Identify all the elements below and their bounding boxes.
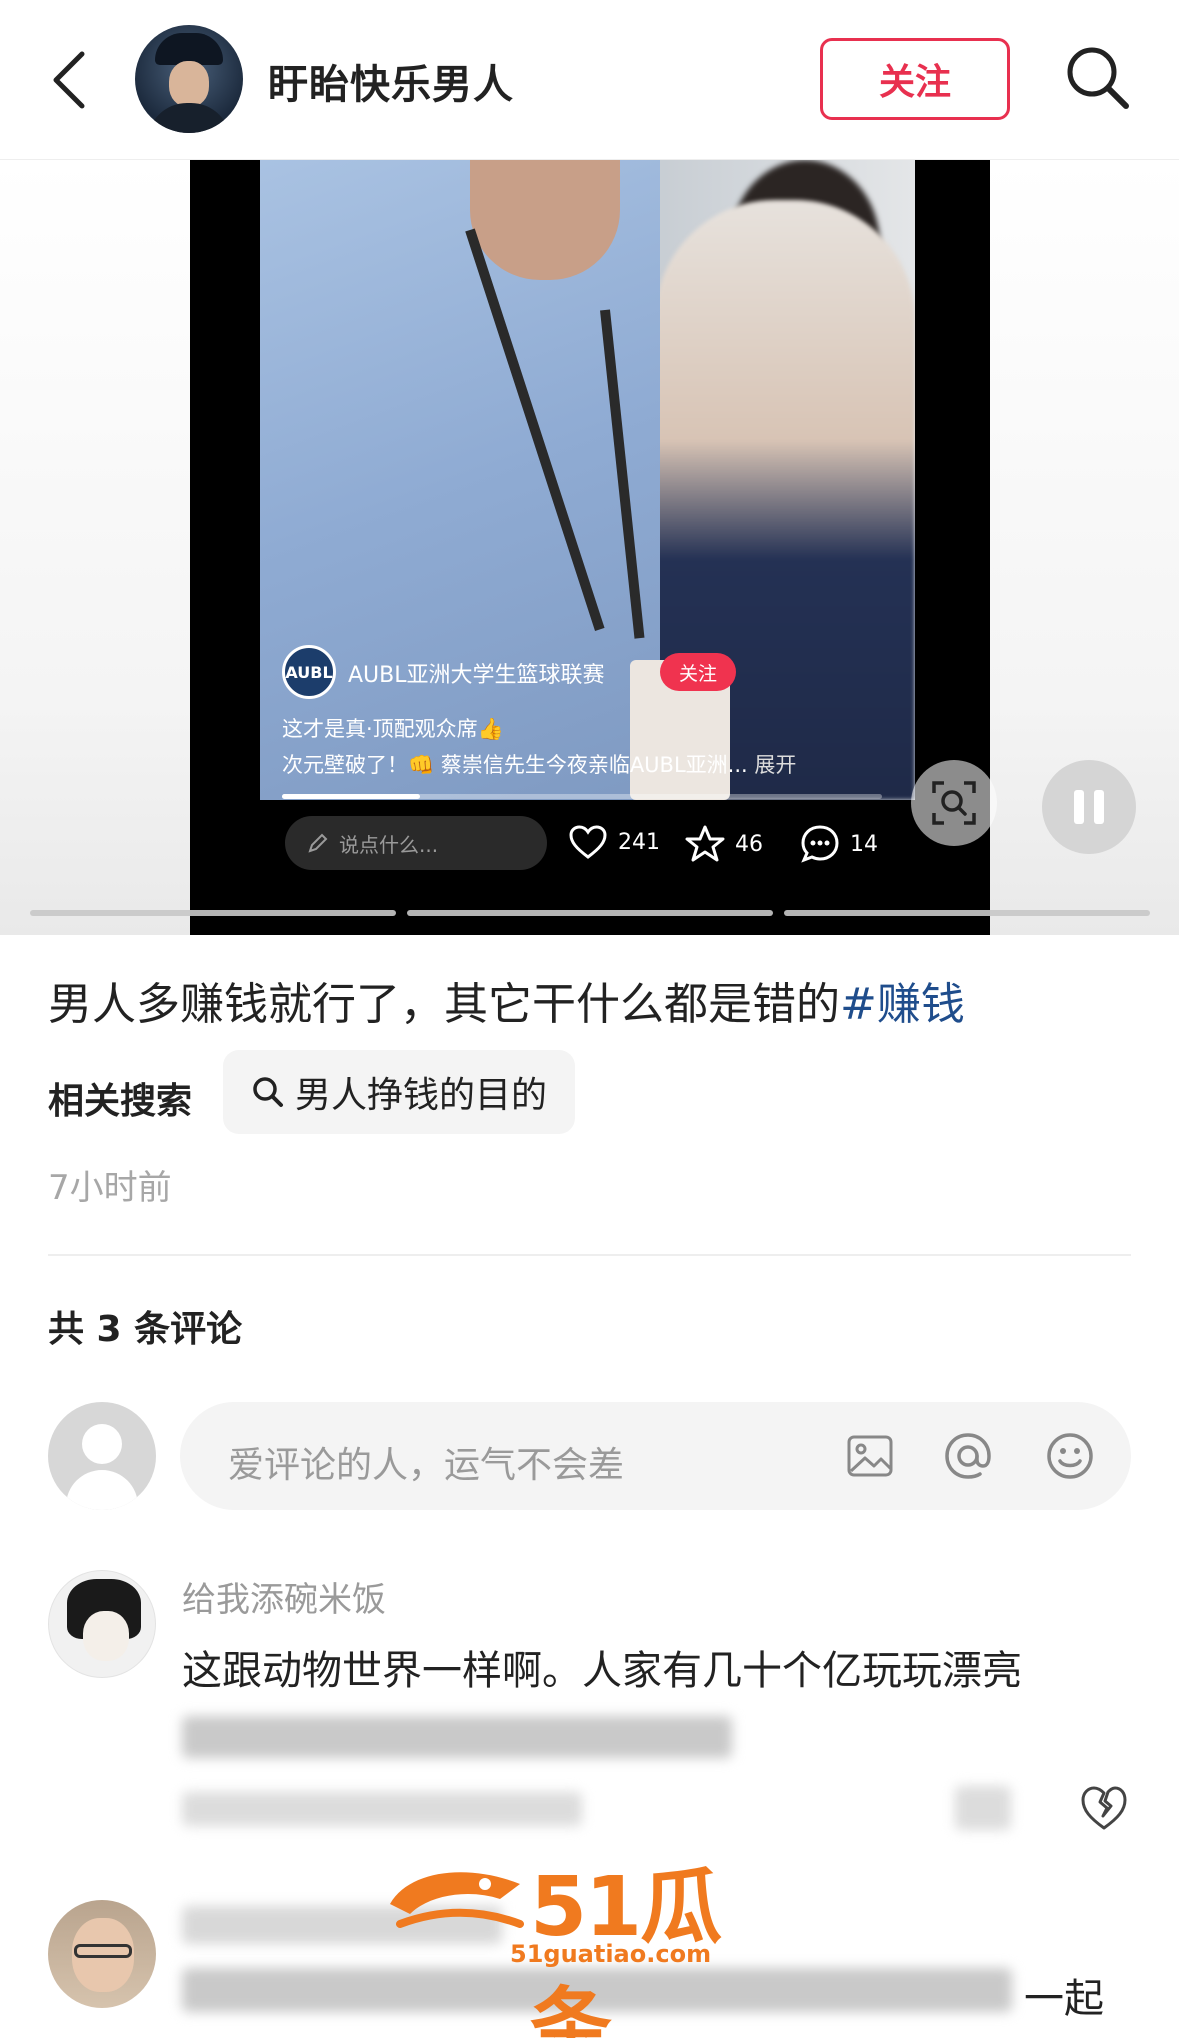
related-search-query: 男人挣钱的目的 xyxy=(295,1075,548,1116)
fish-logo-icon xyxy=(390,1872,524,1928)
blurred-comment-text xyxy=(182,1716,732,1758)
video-favorite-count: 46 xyxy=(735,831,763,857)
expand-link[interactable]: 展开 xyxy=(754,753,796,777)
scan-icon xyxy=(932,781,976,825)
comment-text-tail: 一起 xyxy=(1024,1976,1104,2022)
watermark: 51瓜条 51guatiao.com xyxy=(380,1840,800,2038)
watermark-url: 51guatiao.com xyxy=(510,1940,712,1968)
post-time: 7小时前 xyxy=(48,1168,172,1208)
pencil-icon xyxy=(308,833,328,853)
video-comment-count: 14 xyxy=(850,831,878,857)
heart-icon xyxy=(569,825,607,859)
related-search-label: 相关搜索 xyxy=(48,1081,193,1122)
comment-icon xyxy=(801,825,839,863)
image-button[interactable] xyxy=(842,1428,898,1484)
author-avatar[interactable] xyxy=(135,25,243,133)
video-caption-line2: 次元壁破了！👊 蔡崇信先生今夜亲临AUBL亚洲... 展开 xyxy=(282,749,796,779)
post-title-text: 男人多赚钱就行了，其它干什么都是错的 xyxy=(48,979,840,1030)
at-icon xyxy=(945,1433,991,1479)
divider xyxy=(48,1254,1131,1256)
video-caption-text: 次元壁破了！👊 蔡崇信先生今夜亲临AUBL亚洲... xyxy=(282,753,748,777)
related-search-chip[interactable]: 男人挣钱的目的 xyxy=(223,1050,576,1134)
post-title: 男人多赚钱就行了，其它干什么都是错的#赚钱 xyxy=(48,968,965,1032)
my-avatar xyxy=(48,1402,156,1510)
follow-button[interactable]: 关注 xyxy=(820,38,1010,120)
comment-count: 共 3 条评论 xyxy=(48,1309,243,1350)
hashtag-link[interactable]: #赚钱 xyxy=(840,979,965,1030)
watermark-brand: 51瓜条 xyxy=(530,1860,722,2038)
media-area: AUBL AUBL亚洲大学生篮球联赛 关注 这才是真·顶配观众席👍 次元壁破了！… xyxy=(0,160,1179,935)
video-like-button[interactable]: 241 xyxy=(568,824,660,860)
search-button[interactable] xyxy=(1060,40,1136,116)
back-button[interactable] xyxy=(40,44,100,116)
video-caption-line1: 这才是真·顶配观众席👍 xyxy=(282,717,504,741)
video-like-count: 241 xyxy=(618,829,660,855)
author-name[interactable]: 盱眙快乐男人 xyxy=(268,52,514,110)
account-name[interactable]: AUBL亚洲大学生篮球联赛 xyxy=(348,657,605,689)
pause-button[interactable] xyxy=(1042,760,1136,854)
comment-text: 这跟动物世界一样啊。人家有几十个亿玩玩漂亮 xyxy=(182,1648,1022,1694)
mention-button[interactable] xyxy=(940,1428,996,1484)
emoji-icon xyxy=(1047,1433,1093,1479)
account-logo[interactable]: AUBL xyxy=(282,645,336,699)
comment-avatar[interactable] xyxy=(48,1570,156,1678)
scan-button[interactable] xyxy=(911,760,997,846)
carousel-indicator-3 xyxy=(784,910,1150,916)
blurred-comment-meta xyxy=(182,1792,582,1826)
video-progress[interactable] xyxy=(282,794,882,799)
comment-input-placeholder: 爱评论的人，运气不会差 xyxy=(228,1445,625,1486)
video-progress-fill xyxy=(282,794,420,799)
video-comment-input[interactable]: 说点什么... xyxy=(285,816,547,870)
image-icon xyxy=(847,1435,893,1477)
search-icon xyxy=(1067,47,1129,109)
account-follow-button[interactable]: 关注 xyxy=(660,653,736,691)
carousel-indicator-1 xyxy=(30,910,396,916)
emoji-button[interactable] xyxy=(1042,1428,1098,1484)
blurred-like-button xyxy=(955,1786,1011,1830)
video-favorite-button[interactable]: 46 xyxy=(685,824,763,864)
video-comment-placeholder: 说点什么... xyxy=(339,832,439,857)
star-icon xyxy=(685,825,725,862)
back-icon xyxy=(53,51,85,109)
video-comment-button[interactable]: 14 xyxy=(800,824,878,864)
search-icon xyxy=(253,1077,283,1107)
comment-avatar[interactable] xyxy=(48,1900,156,2008)
broken-heart-icon xyxy=(1081,1786,1127,1830)
top-bar: 盱眙快乐男人 关注 xyxy=(0,0,1179,160)
dislike-button[interactable] xyxy=(1078,1782,1130,1834)
video-frame-image xyxy=(260,160,915,800)
pause-icon xyxy=(1069,790,1109,824)
comment-author[interactable]: 给我添碗米饭 xyxy=(182,1572,386,1621)
video-player[interactable]: AUBL AUBL亚洲大学生篮球联赛 关注 这才是真·顶配观众席👍 次元壁破了！… xyxy=(190,160,990,935)
comment-input[interactable]: 爱评论的人，运气不会差 xyxy=(180,1402,1131,1510)
carousel-indicator-2 xyxy=(407,910,773,916)
